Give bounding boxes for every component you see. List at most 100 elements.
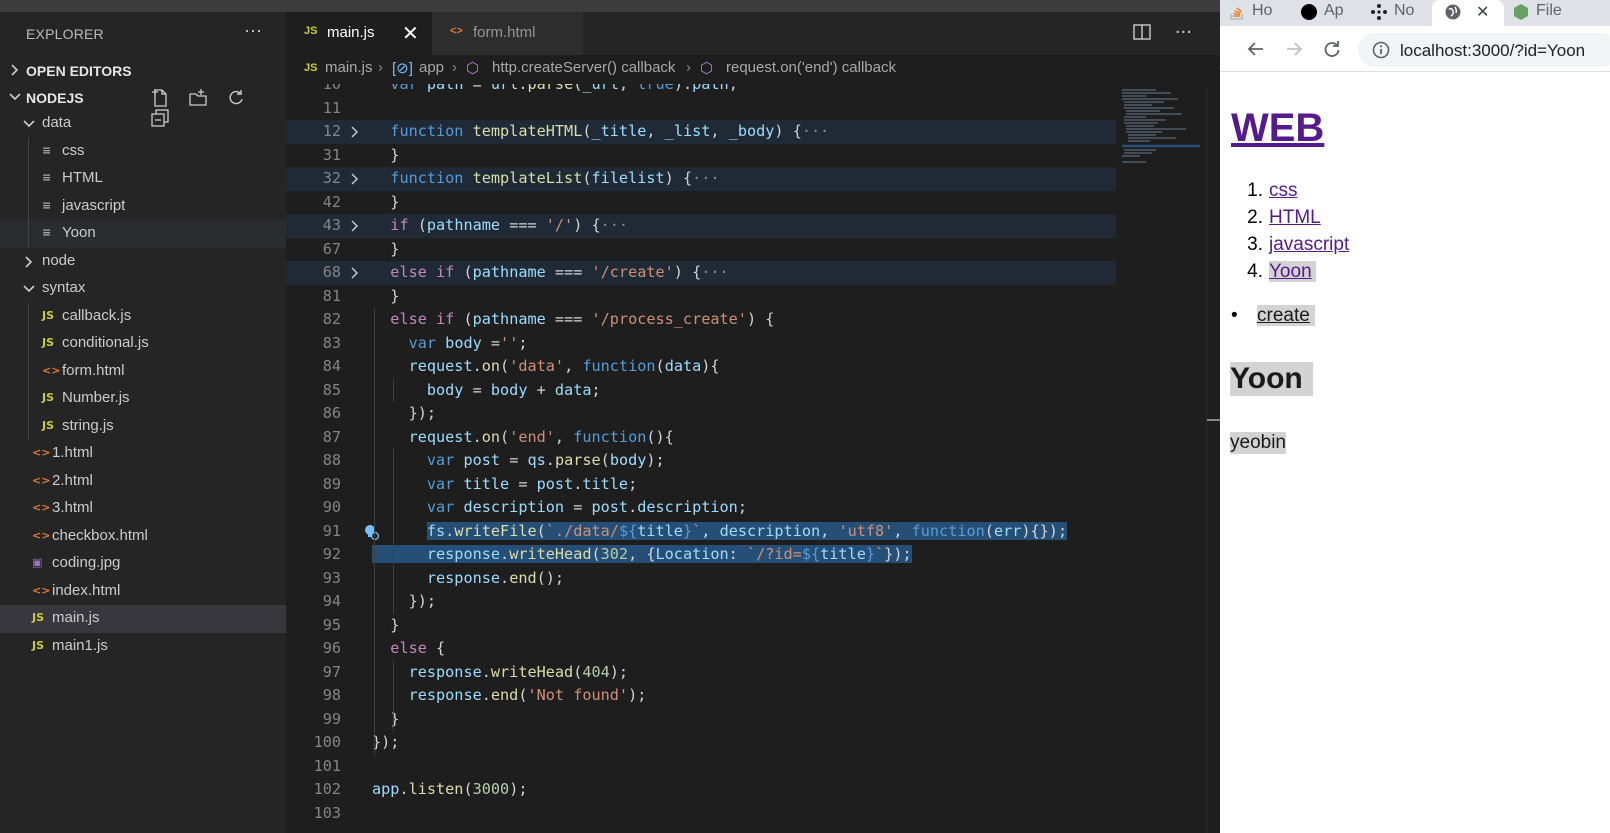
tree-file[interactable]: JS Number.js — [0, 385, 286, 413]
tab-label: form.html — [473, 24, 536, 41]
root-folder-label: NODEJS — [26, 90, 84, 106]
breadcrumb-item[interactable]: app — [419, 59, 444, 76]
browser-tab[interactable]: File — [1504, 0, 1610, 26]
tree-file[interactable]: <> index.html — [0, 578, 286, 606]
close-icon[interactable]: ✕ — [1476, 2, 1489, 22]
bullet-icon: • — [1231, 305, 1238, 326]
tree-folder[interactable]: syntax — [0, 275, 286, 303]
list-number: 3. — [1247, 234, 1263, 255]
html-file-icon: <> — [42, 363, 61, 377]
vscode-window: EXPLORER ··· OPEN EDITORS NODEJS data ≡ cs… — [0, 0, 1221, 833]
line-number: 89 — [322, 474, 341, 493]
tree-item-label: coding.jpg — [52, 554, 121, 571]
tree-file[interactable]: <> 2.html — [0, 468, 286, 496]
tree-file[interactable]: JS callback.js — [0, 302, 286, 330]
html-file-icon: <> — [32, 528, 51, 542]
tree-folder[interactable]: node — [0, 248, 286, 276]
tree-file[interactable]: ≡ HTML — [0, 165, 286, 193]
code-text: var post = qs.parse(body); — [426, 451, 665, 469]
tree-file[interactable]: JS main.js — [0, 605, 286, 633]
line-number: 100 — [313, 733, 341, 751]
address-bar[interactable]: localhost:3000/?id=Yoon — [1358, 33, 1610, 67]
code-text: } — [372, 145, 400, 164]
minimap[interactable] — [1116, 84, 1206, 833]
browser-tab-active[interactable]: ✕ — [1432, 0, 1504, 26]
title-bar — [0, 0, 1220, 12]
editor-tab-bar: JS main.js ✕ <> form.html ··· — [286, 12, 1220, 55]
code-line: 93 response.end(); — [286, 567, 1116, 591]
tree-file[interactable]: ≡ javascript — [0, 192, 286, 220]
line-number: 101 — [313, 756, 341, 775]
line-number: 11 — [322, 98, 341, 117]
tree-file[interactable]: <> 3.html — [0, 495, 286, 523]
page-heading-link[interactable]: WEB — [1231, 106, 1324, 151]
topic-link[interactable]: css — [1269, 180, 1298, 201]
list-number: 1. — [1247, 180, 1263, 201]
reload-icon[interactable] — [1322, 39, 1342, 59]
tree-file[interactable]: JS main1.js — [0, 633, 286, 661]
notion-icon — [1371, 4, 1387, 20]
image-file-icon: ▣ — [32, 556, 43, 569]
explorer-actions — [150, 88, 286, 127]
fold-chevron-icon[interactable] — [349, 266, 361, 280]
tree-file[interactable]: ≡ Yoon — [0, 220, 286, 248]
forward-arrow-icon[interactable] — [1284, 39, 1304, 59]
close-icon[interactable]: ✕ — [402, 21, 419, 46]
fold-chevron-icon[interactable] — [349, 219, 361, 233]
minimap-preview — [1122, 89, 1200, 163]
topic-link[interactable]: javascript — [1269, 234, 1349, 255]
tree-file[interactable]: ▣ coding.jpg — [0, 550, 286, 578]
refresh-icon[interactable] — [226, 88, 246, 108]
code-text: } — [372, 709, 400, 728]
tree-file[interactable]: JS string.js — [0, 412, 286, 440]
js-file-icon: JS — [32, 611, 45, 624]
code-line: 67 } — [286, 238, 1116, 262]
browser-tab[interactable]: No — [1362, 0, 1432, 26]
scroll-position-marker — [1207, 419, 1221, 421]
code-text: var title = post.title; — [426, 474, 638, 493]
info-icon[interactable] — [1372, 41, 1390, 59]
tree-file[interactable]: JS conditional.js — [0, 330, 286, 358]
chevron-down-icon — [9, 93, 21, 101]
topic-link[interactable]: HTML — [1269, 207, 1321, 228]
code-line: 96 else { — [286, 637, 1116, 661]
file-tree: data ≡ css ≡ HTML ≡ javascript ≡ Yoon node syntax J… — [0, 110, 286, 660]
breadcrumb-item[interactable]: request.on('end') callback — [726, 59, 896, 76]
code-text: function templateList(filelist) {··· — [390, 169, 720, 187]
new-folder-icon[interactable] — [188, 88, 208, 108]
tab-form-html[interactable]: <> form.html — [432, 12, 583, 55]
indent-guide — [393, 660, 394, 731]
variable-icon: [⊘] — [392, 60, 413, 77]
tree-folder[interactable]: data — [0, 110, 286, 138]
vertical-scrollbar[interactable] — [1206, 84, 1221, 833]
tree-file[interactable]: ≡ css — [0, 137, 286, 165]
js-file-icon: JS — [304, 62, 318, 74]
explorer-header: EXPLORER ··· — [0, 12, 286, 58]
chevron-right-icon: › — [452, 59, 457, 76]
open-editors-section[interactable]: OPEN EDITORS — [0, 58, 286, 84]
more-actions-icon[interactable]: ··· — [244, 20, 262, 41]
nodejs-section[interactable]: NODEJS — [0, 85, 286, 127]
fold-chevron-icon[interactable] — [349, 125, 361, 139]
tree-item-label: checkbox.html — [52, 526, 148, 544]
code-editor[interactable]: 10 var path = url.parse(_url, true).path… — [286, 84, 1116, 833]
browser-tab[interactable]: Ap — [1292, 0, 1362, 26]
more-actions-icon[interactable]: ··· — [1175, 22, 1192, 43]
breadcrumb-item[interactable]: main.js — [325, 59, 373, 76]
indent-guide — [28, 412, 29, 440]
breadcrumb-item[interactable]: http.createServer() callback — [492, 59, 675, 76]
new-file-icon[interactable] — [150, 88, 170, 108]
tree-file[interactable]: <> form.html — [0, 357, 286, 385]
line-number: 81 — [322, 286, 341, 305]
browser-tab[interactable]: Ho — [1220, 0, 1292, 26]
back-arrow-icon[interactable] — [1246, 39, 1266, 59]
tree-file[interactable]: <> checkbox.html — [0, 523, 286, 551]
fold-chevron-icon[interactable] — [349, 172, 361, 186]
code-text: response.end(); — [426, 568, 565, 587]
split-editor-icon[interactable] — [1132, 22, 1152, 42]
tree-file[interactable]: <> 1.html — [0, 440, 286, 468]
create-link[interactable]: create — [1257, 305, 1315, 326]
line-number: 31 — [322, 145, 341, 164]
topic-link[interactable]: Yoon — [1269, 261, 1316, 282]
tab-main-js[interactable]: JS main.js ✕ — [286, 12, 432, 55]
